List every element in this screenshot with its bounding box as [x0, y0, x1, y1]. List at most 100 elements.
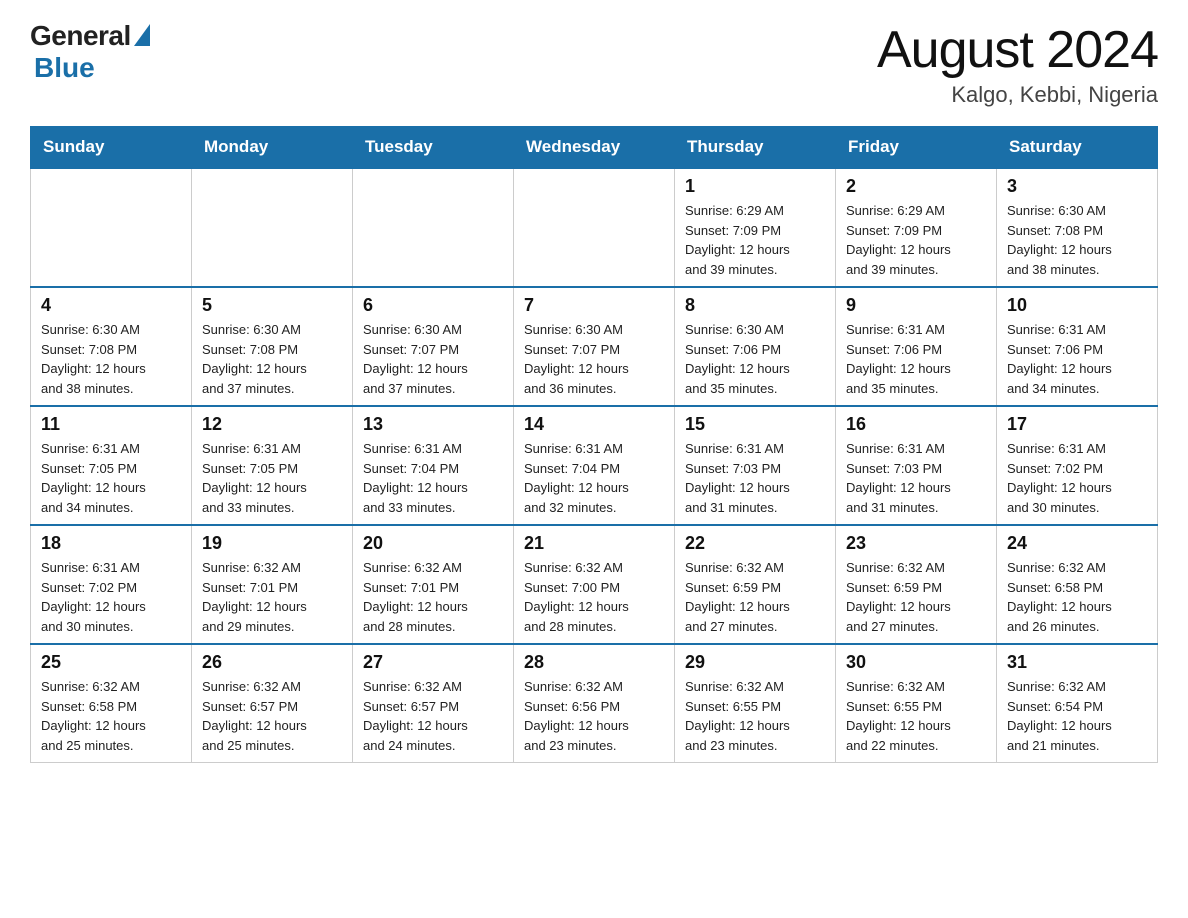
day-info: Sunrise: 6:31 AMSunset: 7:03 PMDaylight:…	[846, 439, 986, 517]
location: Kalgo, Kebbi, Nigeria	[877, 82, 1158, 108]
day-number: 11	[41, 414, 181, 435]
day-number: 4	[41, 295, 181, 316]
day-number: 16	[846, 414, 986, 435]
title-area: August 2024 Kalgo, Kebbi, Nigeria	[877, 20, 1158, 108]
calendar-cell: 10Sunrise: 6:31 AMSunset: 7:06 PMDayligh…	[997, 287, 1158, 406]
day-info: Sunrise: 6:30 AMSunset: 7:06 PMDaylight:…	[685, 320, 825, 398]
day-info: Sunrise: 6:30 AMSunset: 7:08 PMDaylight:…	[41, 320, 181, 398]
day-number: 5	[202, 295, 342, 316]
day-info: Sunrise: 6:30 AMSunset: 7:07 PMDaylight:…	[524, 320, 664, 398]
day-info: Sunrise: 6:32 AMSunset: 6:57 PMDaylight:…	[202, 677, 342, 755]
day-number: 24	[1007, 533, 1147, 554]
day-number: 19	[202, 533, 342, 554]
calendar-cell: 2 Sunrise: 6:29 AMSunset: 7:09 PMDaylight…	[836, 168, 997, 287]
weekday-header-friday: Friday	[836, 127, 997, 169]
calendar-table: SundayMondayTuesdayWednesdayThursdayFrid…	[30, 126, 1158, 763]
calendar-cell	[514, 168, 675, 287]
day-info: Sunrise: 6:32 AMSunset: 6:56 PMDaylight:…	[524, 677, 664, 755]
day-number: 3	[1007, 176, 1147, 197]
day-info: Sunrise: 6:31 AMSunset: 7:06 PMDaylight:…	[1007, 320, 1147, 398]
day-info: Sunrise: 6:32 AMSunset: 6:55 PMDaylight:…	[685, 677, 825, 755]
day-info: Sunrise: 6:32 AMSunset: 6:59 PMDaylight:…	[685, 558, 825, 636]
day-info: Sunrise: 6:32 AMSunset: 6:57 PMDaylight:…	[363, 677, 503, 755]
calendar-cell: 1 Sunrise: 6:29 AMSunset: 7:09 PMDaylight…	[675, 168, 836, 287]
day-number: 28	[524, 652, 664, 673]
day-info: Sunrise: 6:31 AMSunset: 7:03 PMDaylight:…	[685, 439, 825, 517]
day-number: 1	[685, 176, 825, 197]
day-info: Sunrise: 6:31 AMSunset: 7:02 PMDaylight:…	[1007, 439, 1147, 517]
day-number: 27	[363, 652, 503, 673]
day-info: Sunrise: 6:32 AMSunset: 6:54 PMDaylight:…	[1007, 677, 1147, 755]
day-number: 23	[846, 533, 986, 554]
day-info: Sunrise: 6:30 AMSunset: 7:08 PMDaylight:…	[202, 320, 342, 398]
day-info: Sunrise: 6:31 AMSunset: 7:06 PMDaylight:…	[846, 320, 986, 398]
calendar-cell: 23 Sunrise: 6:32 AMSunset: 6:59 PMDayligh…	[836, 525, 997, 644]
week-row-3: 11 Sunrise: 6:31 AMSunset: 7:05 PMDayligh…	[31, 406, 1158, 525]
day-number: 22	[685, 533, 825, 554]
calendar-cell: 19 Sunrise: 6:32 AMSunset: 7:01 PMDayligh…	[192, 525, 353, 644]
day-info: Sunrise: 6:30 AMSunset: 7:08 PMDaylight:…	[1007, 201, 1147, 279]
weekday-header-sunday: Sunday	[31, 127, 192, 169]
weekday-header-wednesday: Wednesday	[514, 127, 675, 169]
day-info: Sunrise: 6:32 AMSunset: 6:55 PMDaylight:…	[846, 677, 986, 755]
calendar-cell: 30Sunrise: 6:32 AMSunset: 6:55 PMDayligh…	[836, 644, 997, 763]
calendar-cell	[353, 168, 514, 287]
day-number: 26	[202, 652, 342, 673]
month-title: August 2024	[877, 20, 1158, 80]
calendar-cell: 4 Sunrise: 6:30 AMSunset: 7:08 PMDaylight…	[31, 287, 192, 406]
day-info: Sunrise: 6:29 AMSunset: 7:09 PMDaylight:…	[685, 201, 825, 279]
calendar-cell: 25 Sunrise: 6:32 AMSunset: 6:58 PMDayligh…	[31, 644, 192, 763]
calendar-cell: 7Sunrise: 6:30 AMSunset: 7:07 PMDaylight…	[514, 287, 675, 406]
day-info: Sunrise: 6:32 AMSunset: 6:58 PMDaylight:…	[41, 677, 181, 755]
calendar-cell: 8 Sunrise: 6:30 AMSunset: 7:06 PMDaylight…	[675, 287, 836, 406]
day-number: 31	[1007, 652, 1147, 673]
day-number: 25	[41, 652, 181, 673]
day-info: Sunrise: 6:32 AMSunset: 7:01 PMDaylight:…	[202, 558, 342, 636]
day-number: 15	[685, 414, 825, 435]
weekday-header-row: SundayMondayTuesdayWednesdayThursdayFrid…	[31, 127, 1158, 169]
weekday-header-saturday: Saturday	[997, 127, 1158, 169]
calendar-cell: 12 Sunrise: 6:31 AMSunset: 7:05 PMDayligh…	[192, 406, 353, 525]
calendar-cell: 5 Sunrise: 6:30 AMSunset: 7:08 PMDaylight…	[192, 287, 353, 406]
day-info: Sunrise: 6:32 AMSunset: 7:01 PMDaylight:…	[363, 558, 503, 636]
logo-triangle-icon	[134, 24, 150, 46]
calendar-cell	[31, 168, 192, 287]
calendar-cell: 17 Sunrise: 6:31 AMSunset: 7:02 PMDayligh…	[997, 406, 1158, 525]
day-number: 6	[363, 295, 503, 316]
week-row-2: 4 Sunrise: 6:30 AMSunset: 7:08 PMDaylight…	[31, 287, 1158, 406]
day-number: 8	[685, 295, 825, 316]
weekday-header-tuesday: Tuesday	[353, 127, 514, 169]
calendar-cell: 29 Sunrise: 6:32 AMSunset: 6:55 PMDayligh…	[675, 644, 836, 763]
page-header: General Blue August 2024 Kalgo, Kebbi, N…	[30, 20, 1158, 108]
day-info: Sunrise: 6:32 AMSunset: 7:00 PMDaylight:…	[524, 558, 664, 636]
day-number: 18	[41, 533, 181, 554]
day-info: Sunrise: 6:31 AMSunset: 7:04 PMDaylight:…	[363, 439, 503, 517]
day-info: Sunrise: 6:31 AMSunset: 7:02 PMDaylight:…	[41, 558, 181, 636]
calendar-cell: 28 Sunrise: 6:32 AMSunset: 6:56 PMDayligh…	[514, 644, 675, 763]
week-row-4: 18 Sunrise: 6:31 AMSunset: 7:02 PMDayligh…	[31, 525, 1158, 644]
logo: General Blue	[30, 20, 150, 84]
weekday-header-thursday: Thursday	[675, 127, 836, 169]
calendar-cell: 16 Sunrise: 6:31 AMSunset: 7:03 PMDayligh…	[836, 406, 997, 525]
day-number: 29	[685, 652, 825, 673]
week-row-1: 1 Sunrise: 6:29 AMSunset: 7:09 PMDaylight…	[31, 168, 1158, 287]
calendar-cell: 14Sunrise: 6:31 AMSunset: 7:04 PMDayligh…	[514, 406, 675, 525]
calendar-cell: 11 Sunrise: 6:31 AMSunset: 7:05 PMDayligh…	[31, 406, 192, 525]
day-info: Sunrise: 6:32 AMSunset: 6:59 PMDaylight:…	[846, 558, 986, 636]
day-info: Sunrise: 6:29 AMSunset: 7:09 PMDaylight:…	[846, 201, 986, 279]
day-info: Sunrise: 6:31 AMSunset: 7:04 PMDaylight:…	[524, 439, 664, 517]
day-number: 17	[1007, 414, 1147, 435]
logo-general-text: General	[30, 20, 131, 52]
calendar-cell: 31 Sunrise: 6:32 AMSunset: 6:54 PMDayligh…	[997, 644, 1158, 763]
calendar-cell: 20Sunrise: 6:32 AMSunset: 7:01 PMDayligh…	[353, 525, 514, 644]
day-number: 12	[202, 414, 342, 435]
calendar-cell: 3 Sunrise: 6:30 AMSunset: 7:08 PMDaylight…	[997, 168, 1158, 287]
weekday-header-monday: Monday	[192, 127, 353, 169]
day-info: Sunrise: 6:31 AMSunset: 7:05 PMDaylight:…	[202, 439, 342, 517]
calendar-cell: 9Sunrise: 6:31 AMSunset: 7:06 PMDaylight…	[836, 287, 997, 406]
day-number: 2	[846, 176, 986, 197]
day-info: Sunrise: 6:31 AMSunset: 7:05 PMDaylight:…	[41, 439, 181, 517]
day-info: Sunrise: 6:30 AMSunset: 7:07 PMDaylight:…	[363, 320, 503, 398]
day-number: 13	[363, 414, 503, 435]
calendar-cell: 15 Sunrise: 6:31 AMSunset: 7:03 PMDayligh…	[675, 406, 836, 525]
